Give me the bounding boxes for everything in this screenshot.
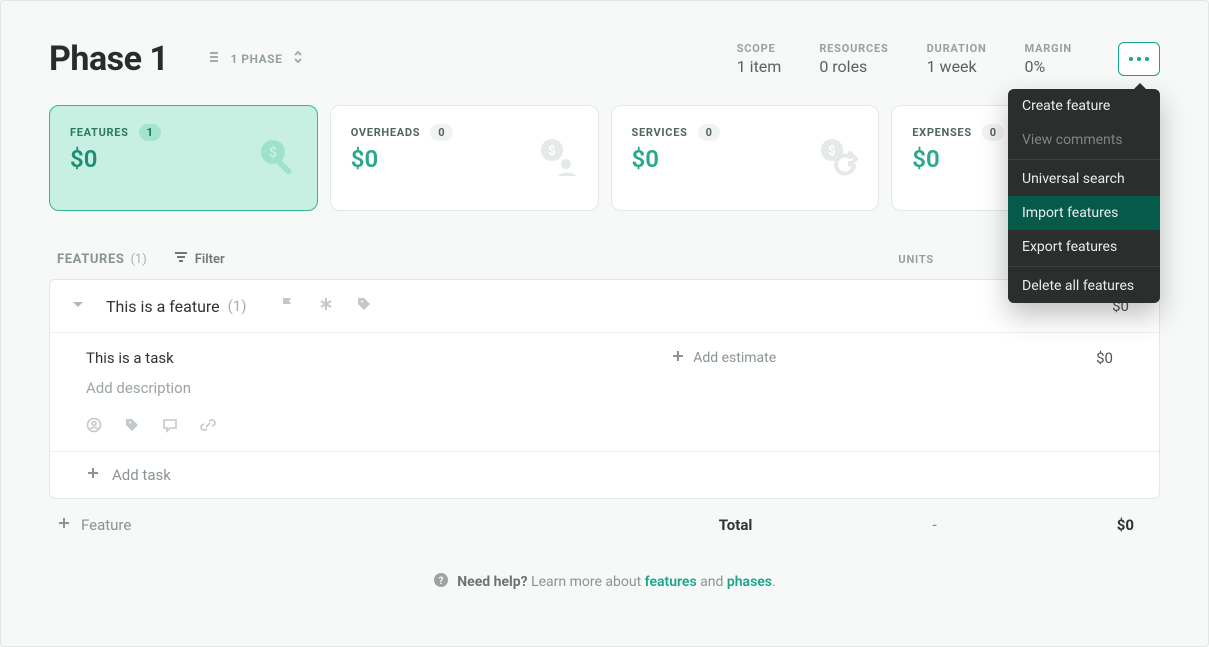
- svg-text:?: ?: [439, 576, 444, 587]
- asterisk-icon[interactable]: [318, 296, 334, 316]
- task-row: This is a task Add estimate $0 Add descr…: [50, 333, 1159, 452]
- features-table: This is a feature (1) $0 This is a task …: [49, 279, 1160, 499]
- flag-icon[interactable]: [280, 296, 296, 316]
- task-total: $0: [1096, 349, 1123, 367]
- card-count: 0: [698, 124, 720, 141]
- card-count: 0: [430, 124, 452, 141]
- add-feature-label: Feature: [81, 516, 131, 534]
- header-stats: SCOPE 1 item RESOURCES 0 roles DURATION …: [737, 42, 1160, 76]
- column-units: UNITS: [898, 253, 934, 266]
- card-label: SERVICES: [632, 126, 688, 139]
- stat-value: 1 item: [737, 57, 782, 76]
- menu-separator: [1008, 159, 1160, 160]
- total-units: -: [932, 515, 936, 534]
- more-actions-button[interactable]: [1118, 42, 1160, 76]
- menu-create-feature[interactable]: Create feature: [1008, 89, 1160, 123]
- list-title: FEATURES: [57, 252, 124, 267]
- footer-row: Feature Total - $0: [49, 511, 1160, 538]
- tag-icon[interactable]: [356, 296, 372, 316]
- task-description-input[interactable]: Add description: [86, 379, 1123, 397]
- add-estimate-button[interactable]: Add estimate: [671, 349, 776, 367]
- assignee-icon[interactable]: [86, 417, 102, 437]
- help-text: Learn more about: [531, 574, 645, 590]
- plus-icon: [57, 516, 71, 534]
- help-prefix: Need help?: [457, 574, 527, 590]
- svg-text:$: $: [269, 144, 277, 161]
- stat-duration: DURATION 1 week: [927, 42, 987, 76]
- help-features-link[interactable]: features: [645, 574, 697, 590]
- card-services[interactable]: SERVICES 0 $0 $: [611, 105, 880, 211]
- add-estimate-label: Add estimate: [693, 350, 776, 366]
- phase-selector-label: 1 PHASE: [230, 52, 282, 66]
- card-label: EXPENSES: [912, 126, 972, 139]
- stat-label: DURATION: [927, 42, 987, 55]
- plus-icon: [86, 466, 100, 484]
- recurring-dollar-icon: $: [816, 136, 860, 180]
- feature-count: (1): [228, 297, 247, 315]
- wrench-dollar-icon: $: [255, 136, 299, 180]
- menu-view-comments: View comments: [1008, 123, 1160, 157]
- menu-export-features[interactable]: Export features: [1008, 230, 1160, 264]
- help-icon: ?: [433, 572, 449, 592]
- card-count: 0: [982, 124, 1004, 141]
- menu-separator: [1008, 266, 1160, 267]
- help-phases-link[interactable]: phases: [727, 574, 772, 590]
- stat-label: MARGIN: [1025, 42, 1072, 55]
- menu-universal-search[interactable]: Universal search: [1008, 162, 1160, 196]
- card-overheads[interactable]: OVERHEADS 0 $0 $: [330, 105, 599, 211]
- stat-resources: RESOURCES 0 roles: [819, 42, 888, 76]
- stat-margin: MARGIN 0%: [1025, 42, 1072, 76]
- stat-scope: SCOPE 1 item: [737, 42, 782, 76]
- feature-name: This is a feature: [106, 297, 220, 316]
- svg-text:$: $: [829, 144, 836, 159]
- stat-value: 1 week: [927, 57, 987, 76]
- total-amount: $0: [1117, 516, 1134, 534]
- tag-icon[interactable]: [124, 417, 140, 437]
- add-feature-button[interactable]: Feature: [57, 516, 131, 534]
- comment-icon[interactable]: [162, 417, 178, 437]
- filter-button[interactable]: Filter: [173, 249, 225, 269]
- stat-value: 0%: [1025, 57, 1072, 76]
- user-dollar-icon: $: [536, 136, 580, 180]
- list-header: FEATURES (1) Filter UNITS TOTAL: [49, 249, 1160, 279]
- total-label: Total: [719, 516, 753, 534]
- feature-row[interactable]: This is a feature (1) $0: [50, 280, 1159, 333]
- filter-label: Filter: [195, 252, 225, 267]
- svg-text:$: $: [548, 144, 555, 159]
- menu-delete-all[interactable]: Delete all features: [1008, 269, 1160, 303]
- phase-selector-button[interactable]: 1 PHASE: [198, 45, 314, 73]
- card-label: FEATURES: [70, 126, 129, 139]
- sort-icon: [290, 49, 306, 69]
- collapse-icon[interactable]: [70, 296, 86, 316]
- help-suffix: .: [772, 574, 776, 590]
- header: Phase 1 1 PHASE SCOPE 1 item RESOURCES: [49, 39, 1160, 79]
- task-name[interactable]: This is a task: [86, 349, 174, 367]
- menu-import-features[interactable]: Import features: [1008, 196, 1160, 230]
- plus-icon: [671, 349, 685, 367]
- card-features[interactable]: FEATURES 1 $0 $: [49, 105, 318, 211]
- filter-icon: [173, 249, 189, 269]
- help-line: ? Need help? Learn more about features a…: [49, 572, 1160, 592]
- stat-value: 0 roles: [819, 57, 888, 76]
- link-icon[interactable]: [200, 417, 216, 437]
- add-task-button[interactable]: Add task: [50, 452, 1159, 498]
- more-icon: [1129, 57, 1149, 61]
- page-root: Phase 1 1 PHASE SCOPE 1 item RESOURCES: [0, 0, 1209, 647]
- more-actions-menu: Create feature View comments Universal s…: [1008, 89, 1160, 303]
- help-and: and: [700, 574, 727, 590]
- add-task-label: Add task: [112, 466, 171, 484]
- list-count: (1): [130, 252, 146, 267]
- card-count: 1: [139, 124, 161, 141]
- stat-label: SCOPE: [737, 42, 782, 55]
- list-icon: [206, 49, 222, 69]
- card-label: OVERHEADS: [351, 126, 420, 139]
- stat-label: RESOURCES: [819, 42, 888, 55]
- summary-cards: FEATURES 1 $0 $ OVERHEADS 0 $0 $: [49, 105, 1160, 211]
- page-title: Phase 1: [49, 39, 168, 79]
